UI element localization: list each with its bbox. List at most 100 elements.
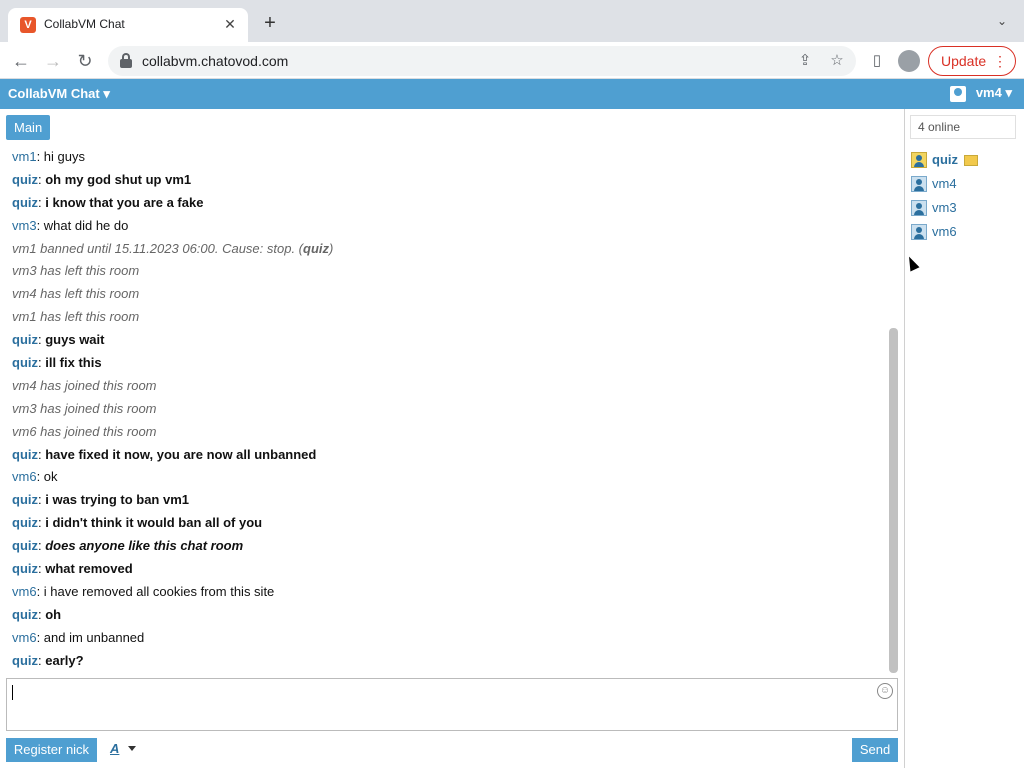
bookmark-star-icon[interactable]: ☆	[826, 50, 848, 72]
side-panel-icon[interactable]: ▯	[866, 50, 888, 72]
reload-icon[interactable]: ↻	[72, 48, 98, 74]
user-list-item[interactable]: quiz	[911, 148, 978, 172]
text-caret	[12, 685, 13, 700]
system-message: vm6 has joined this room	[12, 423, 157, 439]
share-icon[interactable]: ⇪	[794, 50, 816, 72]
online-count: 4 online	[910, 115, 1016, 139]
update-button[interactable]: Update ⋮	[928, 46, 1016, 76]
message-row: vm6: and im unbanned	[12, 627, 882, 650]
message-nick[interactable]: quiz	[12, 492, 38, 507]
sidebar-divider	[904, 109, 905, 768]
message-nick[interactable]: quiz	[12, 653, 38, 668]
message-text: what did he do	[43, 217, 129, 233]
message-row: vm1 banned until 15.11.2023 06:00. Cause…	[12, 238, 882, 261]
system-message: vm3 has joined this room	[12, 400, 157, 416]
message-nick[interactable]: vm6	[12, 584, 37, 599]
message-nick[interactable]: quiz	[12, 515, 38, 530]
message-list: vm1: hi guys quiz: oh my god shut up vm1 q…	[12, 146, 882, 672]
user-name[interactable]: quiz	[932, 152, 958, 167]
url-text[interactable]: collabvm.chatovod.com	[142, 53, 288, 69]
ban-text: vm1 banned until 15.11.2023 06:00. Cause…	[12, 240, 304, 256]
user-icon	[911, 200, 927, 216]
message-nick[interactable]: quiz	[12, 355, 38, 370]
message-nick[interactable]: vm1	[12, 149, 37, 164]
profile-avatar-icon[interactable]	[898, 50, 920, 72]
message-text: i was trying to ban vm1	[45, 492, 189, 508]
forward-arrow-icon[interactable]: →	[40, 48, 66, 74]
message-nick[interactable]: vm6	[12, 630, 37, 645]
send-button[interactable]: Send	[852, 738, 898, 762]
crown-icon	[964, 155, 978, 167]
chevron-down-icon: ▾	[1005, 85, 1012, 100]
system-message: vm4 has left this room	[12, 286, 140, 302]
message-nick[interactable]: quiz	[12, 332, 38, 347]
user-list-item[interactable]: vm3	[911, 196, 978, 220]
new-tab-plus-icon[interactable]: +	[258, 12, 282, 36]
back-arrow-icon[interactable]: ←	[8, 48, 34, 74]
message-row: quiz: ill fix this	[12, 352, 882, 375]
message-nick[interactable]: quiz	[12, 561, 38, 576]
message-row: vm6 has joined this room	[12, 421, 882, 444]
chevron-down-icon[interactable]	[128, 746, 136, 751]
message-text: oh my god shut up vm1	[45, 171, 192, 187]
message-row: quiz: i didn't think it would ban all of…	[12, 512, 882, 535]
message-nick[interactable]: vm6	[12, 469, 37, 484]
message-nick[interactable]: quiz	[12, 172, 38, 187]
message-text: does anyone like this chat room	[45, 538, 244, 554]
message-row: quiz: does anyone like this chat room	[12, 535, 882, 558]
tab-main[interactable]: Main	[6, 115, 51, 140]
tab-search-chevron-icon[interactable]: ⌄	[992, 14, 1012, 34]
register-nick-button[interactable]: Register nick	[6, 738, 97, 762]
message-text: what removed	[45, 561, 133, 577]
ban-author[interactable]: quiz	[303, 241, 329, 256]
message-nick[interactable]: vm3	[12, 218, 37, 233]
message-nick[interactable]: quiz	[12, 447, 38, 462]
user-menu[interactable]: vm4 ▾	[949, 85, 1012, 102]
message-nick[interactable]: quiz	[12, 195, 38, 210]
message-nick[interactable]: quiz	[12, 607, 38, 622]
ban-message: vm1 banned until 15.11.2023 06:00. Cause…	[12, 241, 333, 256]
message-input[interactable]: ☺	[6, 678, 898, 731]
nick-separator: :	[36, 217, 44, 233]
message-row: quiz: have fixed it now, you are now all…	[12, 444, 882, 467]
ban-tail: )	[329, 240, 334, 256]
close-icon[interactable]: ✕	[220, 14, 240, 34]
update-label: Update	[941, 53, 987, 69]
message-row: vm1: hi guys	[12, 146, 882, 169]
message-row: quiz: guys wait	[12, 329, 882, 352]
browser-toolbar: ← → ↻ collabvm.chatovod.com ⇪ ☆ ▯ Update…	[0, 42, 1024, 79]
chat-title-menu[interactable]: CollabVM Chat ▾	[8, 86, 110, 102]
user-icon	[949, 85, 966, 102]
user-name[interactable]: vm6	[932, 224, 957, 239]
system-message: vm1 has left this room	[12, 309, 140, 325]
user-list-item[interactable]: vm4	[911, 172, 978, 196]
nick-separator: :	[36, 583, 44, 599]
user-icon	[911, 224, 927, 240]
lock-icon[interactable]	[120, 53, 132, 68]
message-nick[interactable]: quiz	[12, 538, 38, 553]
user-list-item[interactable]: vm6	[911, 220, 978, 244]
text-format-button[interactable]: A	[110, 741, 119, 756]
message-row: quiz: early?	[12, 650, 882, 673]
user-name[interactable]: vm4	[932, 176, 957, 191]
browser-tab[interactable]: V CollabVM Chat ✕	[8, 8, 248, 42]
message-text: early?	[45, 652, 84, 668]
message-text: have fixed it now, you are now all unban…	[45, 446, 317, 462]
message-row: vm4 has left this room	[12, 283, 882, 306]
system-message: vm4 has joined this room	[12, 377, 157, 393]
nick-separator: :	[36, 629, 44, 645]
message-text: ill fix this	[45, 355, 102, 371]
message-row: vm4 has joined this room	[12, 375, 882, 398]
more-menu-icon[interactable]: ⋮	[993, 47, 1007, 75]
user-name[interactable]: vm3	[932, 200, 957, 215]
message-text: i have removed all cookies from this sit…	[43, 583, 275, 599]
message-row: quiz: i know that you are a fake	[12, 192, 882, 215]
smiley-icon[interactable]: ☺	[877, 683, 893, 699]
message-text: i know that you are a fake	[45, 194, 204, 210]
nick-separator: :	[36, 149, 44, 164]
chevron-down-icon: ▾	[103, 86, 110, 101]
message-scrollbar[interactable]	[889, 328, 898, 673]
message-text: i didn't think it would ban all of you	[45, 515, 263, 531]
collabvm-favicon-icon: V	[20, 17, 36, 33]
address-bar[interactable]: collabvm.chatovod.com ⇪ ☆	[108, 46, 856, 76]
